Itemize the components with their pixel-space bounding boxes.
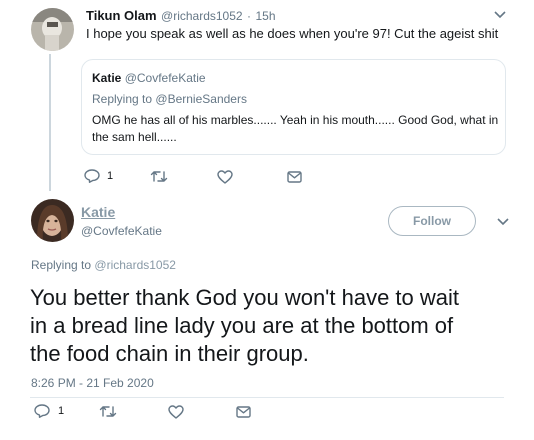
chevron-down-icon[interactable] <box>494 11 506 19</box>
main-direct-message-button[interactable] <box>236 406 251 418</box>
separator-dot: · <box>247 9 252 23</box>
like-icon <box>217 170 233 184</box>
divider <box>30 397 504 398</box>
main-author-handle[interactable]: @CovfefeKatie <box>81 224 162 238</box>
quoted-replying-label: Replying to <box>92 92 153 106</box>
main-author-name[interactable]: Katie <box>81 204 115 220</box>
retweet-button[interactable] <box>150 170 168 183</box>
quoted-replying-to: @BernieSanders <box>155 92 247 106</box>
quoted-author-name: Katie <box>92 71 122 85</box>
reply-icon <box>34 404 50 418</box>
avatar-katie[interactable] <box>31 199 74 242</box>
retweet-icon <box>99 405 117 418</box>
reply-count: 1 <box>107 170 114 182</box>
author-name[interactable]: Tikun Olam <box>86 8 157 23</box>
replying-to-label: Replying to <box>31 258 92 272</box>
tweet-text: I hope you speak as well as he does when… <box>86 26 499 41</box>
direct-message-icon <box>236 406 251 418</box>
main-retweet-button[interactable] <box>99 405 117 418</box>
replying-to-handle[interactable]: @richards1052 <box>94 258 176 272</box>
chevron-down-icon[interactable] <box>497 218 509 226</box>
quoted-author-handle: @CovfefeKatie <box>124 71 206 85</box>
author-handle[interactable]: @richards1052 <box>161 9 243 23</box>
reply-icon <box>84 169 100 183</box>
follow-button-label: Follow <box>413 214 451 228</box>
main-tweet-text-line-1: You better thank God you won't have to w… <box>30 285 459 310</box>
direct-message-button[interactable] <box>287 171 302 183</box>
like-button[interactable] <box>217 170 233 184</box>
retweet-icon <box>150 170 168 183</box>
main-reply-count: 1 <box>58 405 65 417</box>
follow-button[interactable]: Follow <box>388 206 476 236</box>
tweet-timestamp[interactable]: 8:26 PM - 21 Feb 2020 <box>31 376 154 390</box>
main-like-button[interactable] <box>168 405 184 419</box>
tweet-time[interactable]: 15h <box>255 9 275 23</box>
thread-line <box>49 54 51 191</box>
quoted-text-line-2: the sam hell...... <box>92 130 177 144</box>
avatar-tikun-olam[interactable] <box>31 8 74 51</box>
main-tweet-text-line-2: in a bread line lady you are at the bott… <box>30 313 454 338</box>
main-reply-button[interactable]: 1 <box>34 404 64 418</box>
main-tweet-text-line-3: the food chain in their group. <box>30 341 309 366</box>
like-icon <box>168 405 184 419</box>
reply-button[interactable]: 1 <box>84 169 113 183</box>
direct-message-icon <box>287 171 302 183</box>
quoted-text-line-1: OMG he has all of his marbles....... Yea… <box>92 113 499 127</box>
